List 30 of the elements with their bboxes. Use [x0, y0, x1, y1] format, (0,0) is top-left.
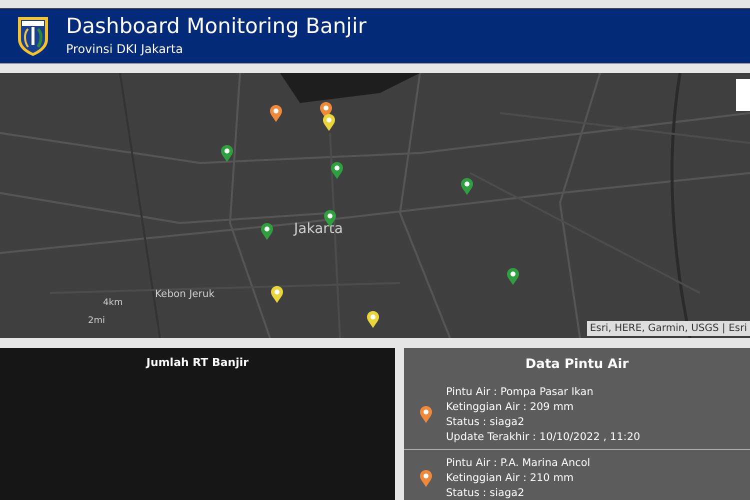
- dashboard-subtitle: Provinsi DKI Jakarta: [66, 40, 184, 58]
- panel-title: Jumlah RT Banjir: [144, 355, 250, 371]
- map-pin-icon[interactable]: [367, 311, 379, 328]
- map-pin-icon[interactable]: [507, 268, 519, 285]
- map-pin-icon[interactable]: [323, 114, 335, 131]
- crest-logo: [16, 15, 50, 57]
- gate-info-text: Pintu Air : P.A. Marina Ancol: [446, 456, 590, 470]
- gate-info-text: Status : siaga2: [446, 414, 526, 430]
- map-pin-icon[interactable]: [461, 178, 473, 195]
- marker-icon[interactable]: [420, 406, 432, 423]
- map-pin-icon[interactable]: [261, 223, 273, 240]
- place-label: Jakarta: [294, 220, 343, 239]
- gate-info-text: Pintu Air : Pompa Pasar Ikan: [446, 384, 594, 400]
- dashboard-title: Dashboard Monitoring Banjir: [66, 14, 366, 40]
- dark-street-map[interactable]: Esri, HERE, Garmin, USGS | Esri Jakarta Kebon Jeruk 4km 2mi: [0, 73, 750, 338]
- gate-info-text: Ketinggian Air : 210 mm: [446, 470, 575, 486]
- map-pin-icon[interactable]: [271, 286, 283, 303]
- gate-info-text: Update Terakhir : 10/10/2022 , 11:20: [446, 430, 640, 444]
- gate-info-text: Ketinggian Air : 209 mm: [446, 400, 575, 414]
- place-label: Kebon Jeruk: [155, 288, 215, 302]
- map-attribution: Esri, HERE, Garmin, USGS | Esri: [586, 321, 750, 336]
- map-pin-icon[interactable]: [270, 105, 282, 122]
- panel-title: Data Pintu Air: [524, 356, 630, 374]
- scale-label: 4km: [103, 297, 123, 310]
- scale-label: 2mi: [88, 315, 105, 328]
- panel-menu-handle[interactable]: [736, 79, 750, 111]
- map-pin-icon[interactable]: [221, 145, 233, 162]
- map-pin-icon[interactable]: [331, 162, 343, 179]
- gate-info-text: Status : siaga2: [446, 486, 526, 500]
- marker-icon[interactable]: [420, 470, 432, 486]
